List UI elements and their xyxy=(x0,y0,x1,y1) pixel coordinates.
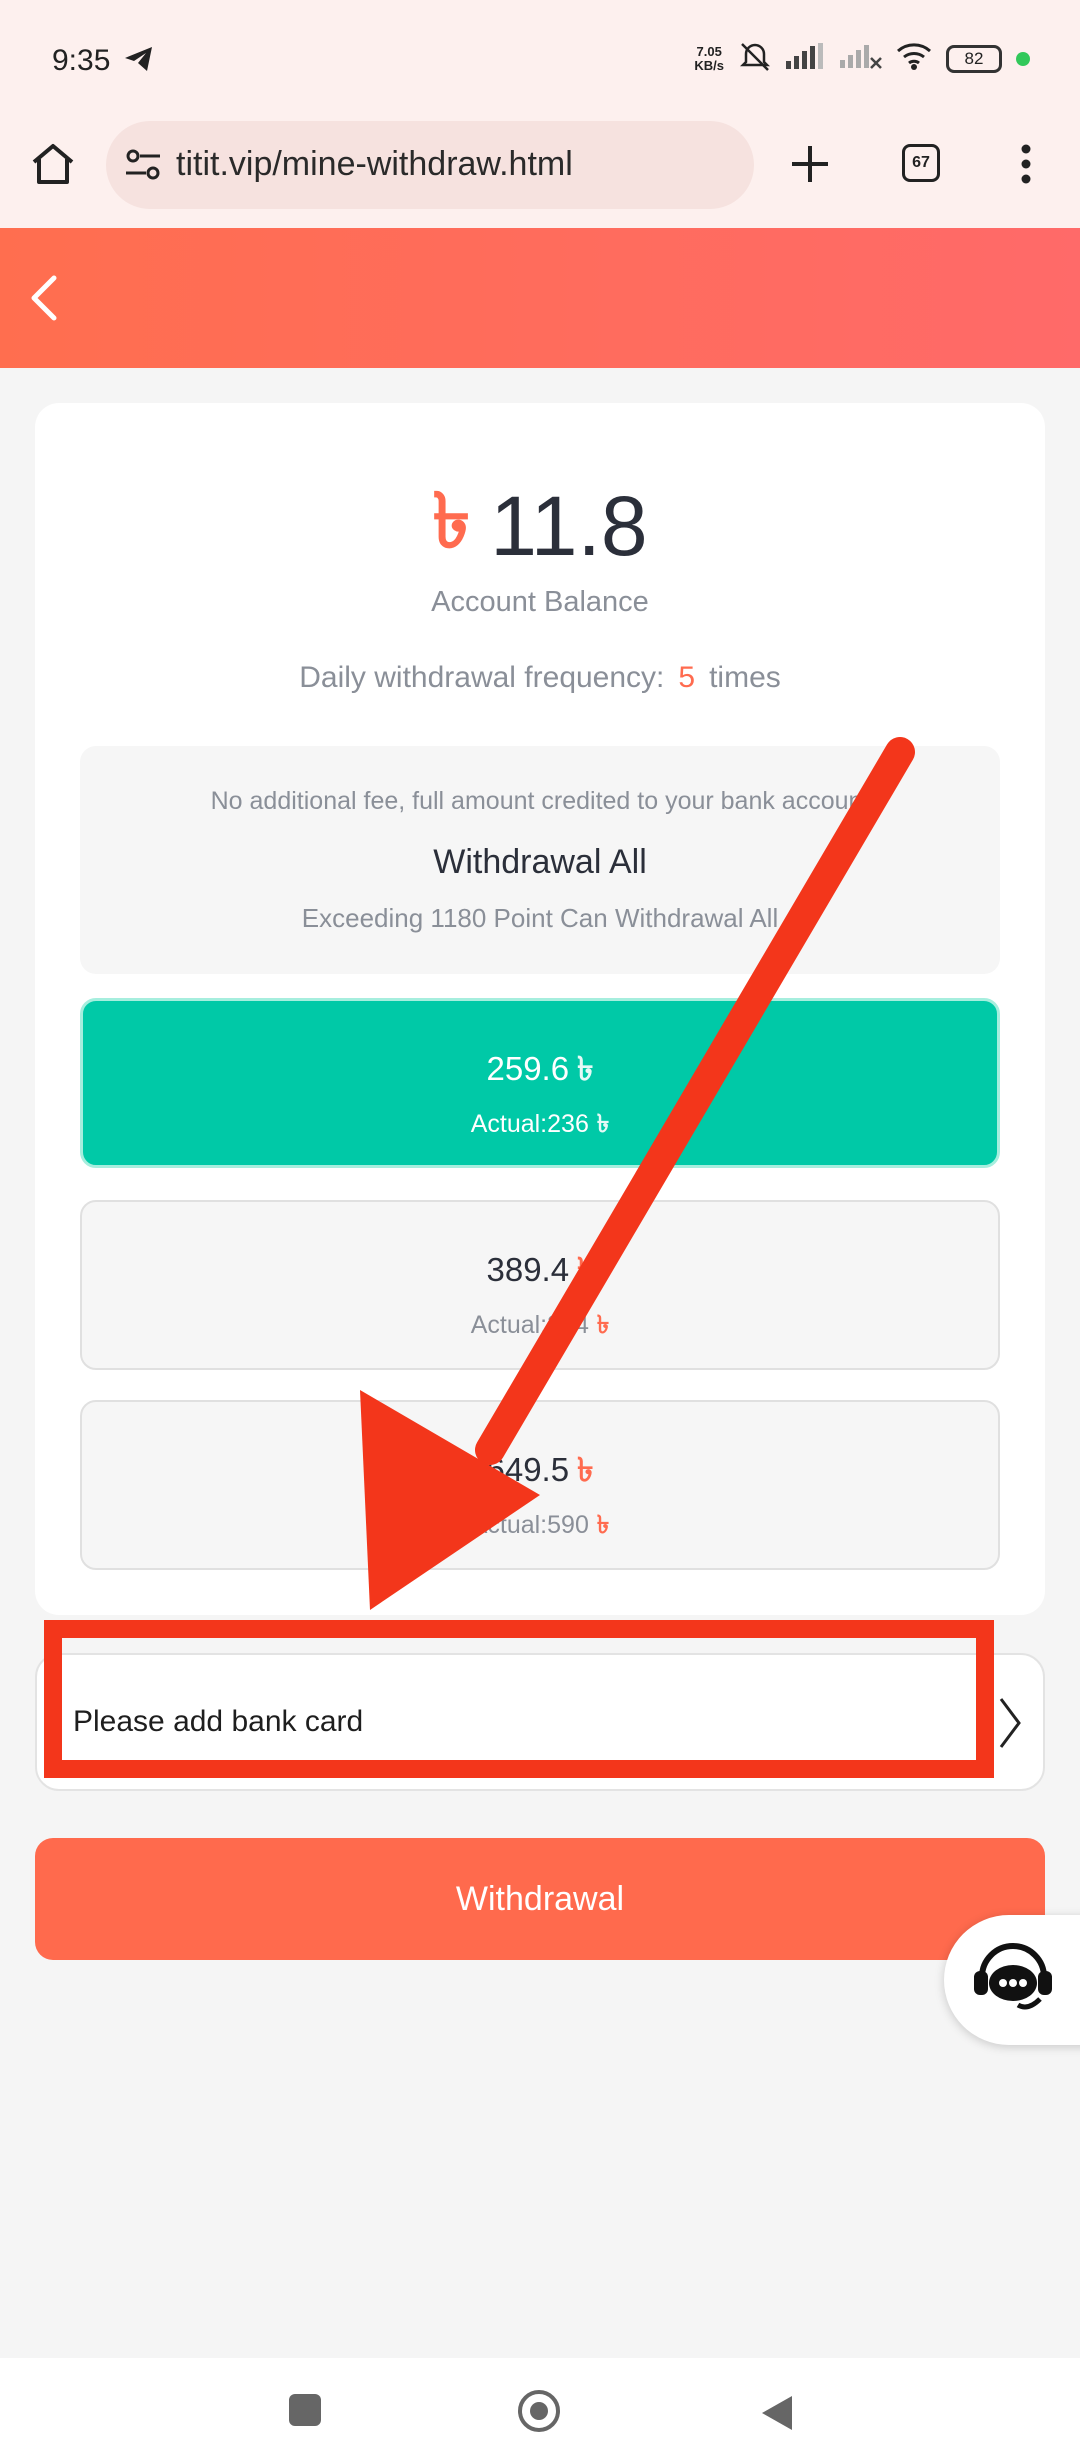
annotation-arrow xyxy=(360,737,915,1610)
recents-icon[interactable] xyxy=(289,2394,321,2426)
back-triangle-icon[interactable] xyxy=(760,2394,794,2437)
system-nav-bar xyxy=(0,2358,1080,2460)
home-button-icon[interactable] xyxy=(518,2390,560,2432)
